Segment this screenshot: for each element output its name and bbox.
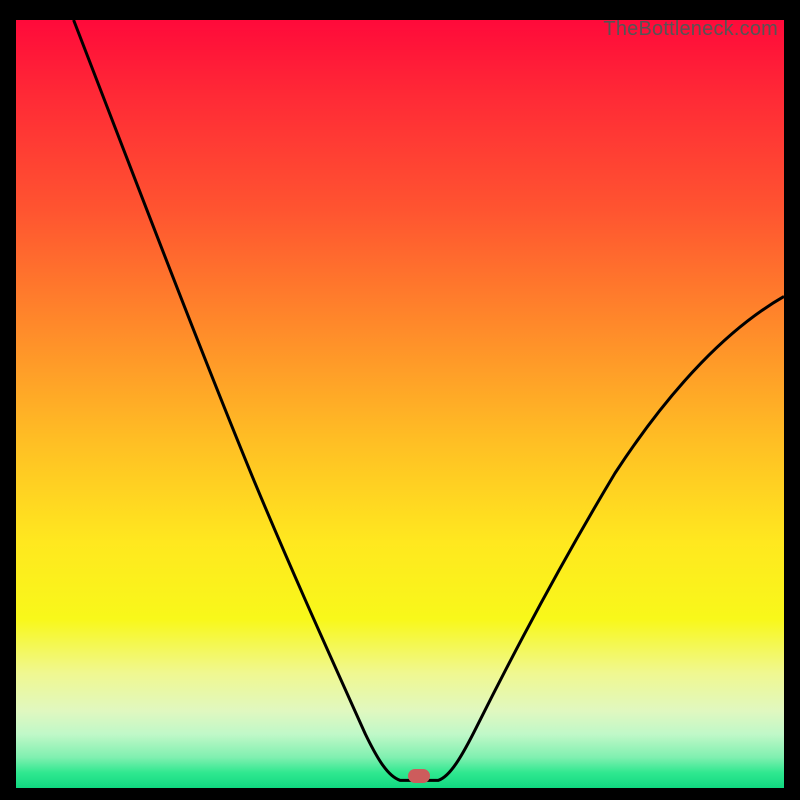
curve-path bbox=[74, 20, 784, 780]
bottleneck-curve bbox=[16, 20, 784, 788]
minimum-marker bbox=[408, 769, 430, 783]
chart-frame: TheBottleneck.com bbox=[0, 0, 800, 800]
chart-plot-area: TheBottleneck.com bbox=[16, 20, 784, 788]
